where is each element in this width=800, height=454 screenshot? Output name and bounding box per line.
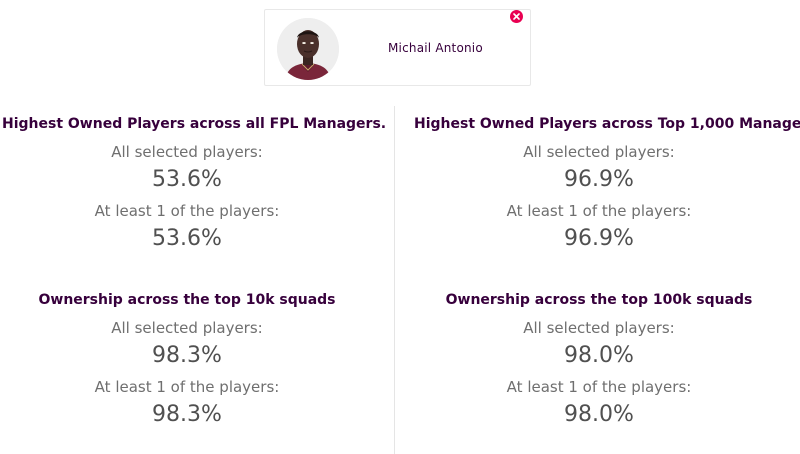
section-heading: Ownership across the top 10k squads: [38, 292, 336, 308]
all-selected-value: 98.3%: [152, 343, 222, 368]
at-least-one-value: 96.9%: [564, 226, 634, 251]
at-least-one-label: At least 1 of the players:: [94, 378, 280, 396]
all-selected-value: 98.0%: [564, 343, 634, 368]
at-least-one-value: 53.6%: [152, 226, 222, 251]
player-headshot-icon: [277, 18, 339, 80]
column-divider: [394, 106, 395, 454]
section-heading: Highest Owned Players across all FPL Man…: [2, 116, 387, 132]
at-least-one-value: 98.3%: [152, 402, 222, 427]
all-managers-ownership: Highest Owned Players across all FPL Man…: [2, 114, 387, 257]
selected-player-card: Michail Antonio: [264, 9, 531, 86]
all-selected-label: All selected players:: [523, 319, 675, 337]
at-least-one-value: 98.0%: [564, 402, 634, 427]
close-icon[interactable]: [510, 10, 523, 23]
all-selected-value: 53.6%: [152, 167, 222, 192]
at-least-one-label: At least 1 of the players:: [506, 202, 692, 220]
all-selected-value: 96.9%: [564, 167, 634, 192]
top-1000-ownership: Highest Owned Players across Top 1,000 M…: [414, 114, 800, 257]
top-100k-ownership: Ownership across the top 100k squads All…: [414, 290, 784, 433]
at-least-one-label: At least 1 of the players:: [506, 378, 692, 396]
section-heading: Highest Owned Players across Top 1,000 M…: [414, 116, 800, 132]
section-heading: Ownership across the top 100k squads: [445, 292, 753, 308]
all-selected-label: All selected players:: [111, 319, 263, 337]
top-10k-ownership: Ownership across the top 10k squads All …: [2, 290, 372, 433]
all-selected-label: All selected players:: [111, 143, 263, 161]
player-name: Michail Antonio: [388, 41, 483, 55]
all-selected-label: All selected players:: [523, 143, 675, 161]
at-least-one-label: At least 1 of the players:: [94, 202, 280, 220]
